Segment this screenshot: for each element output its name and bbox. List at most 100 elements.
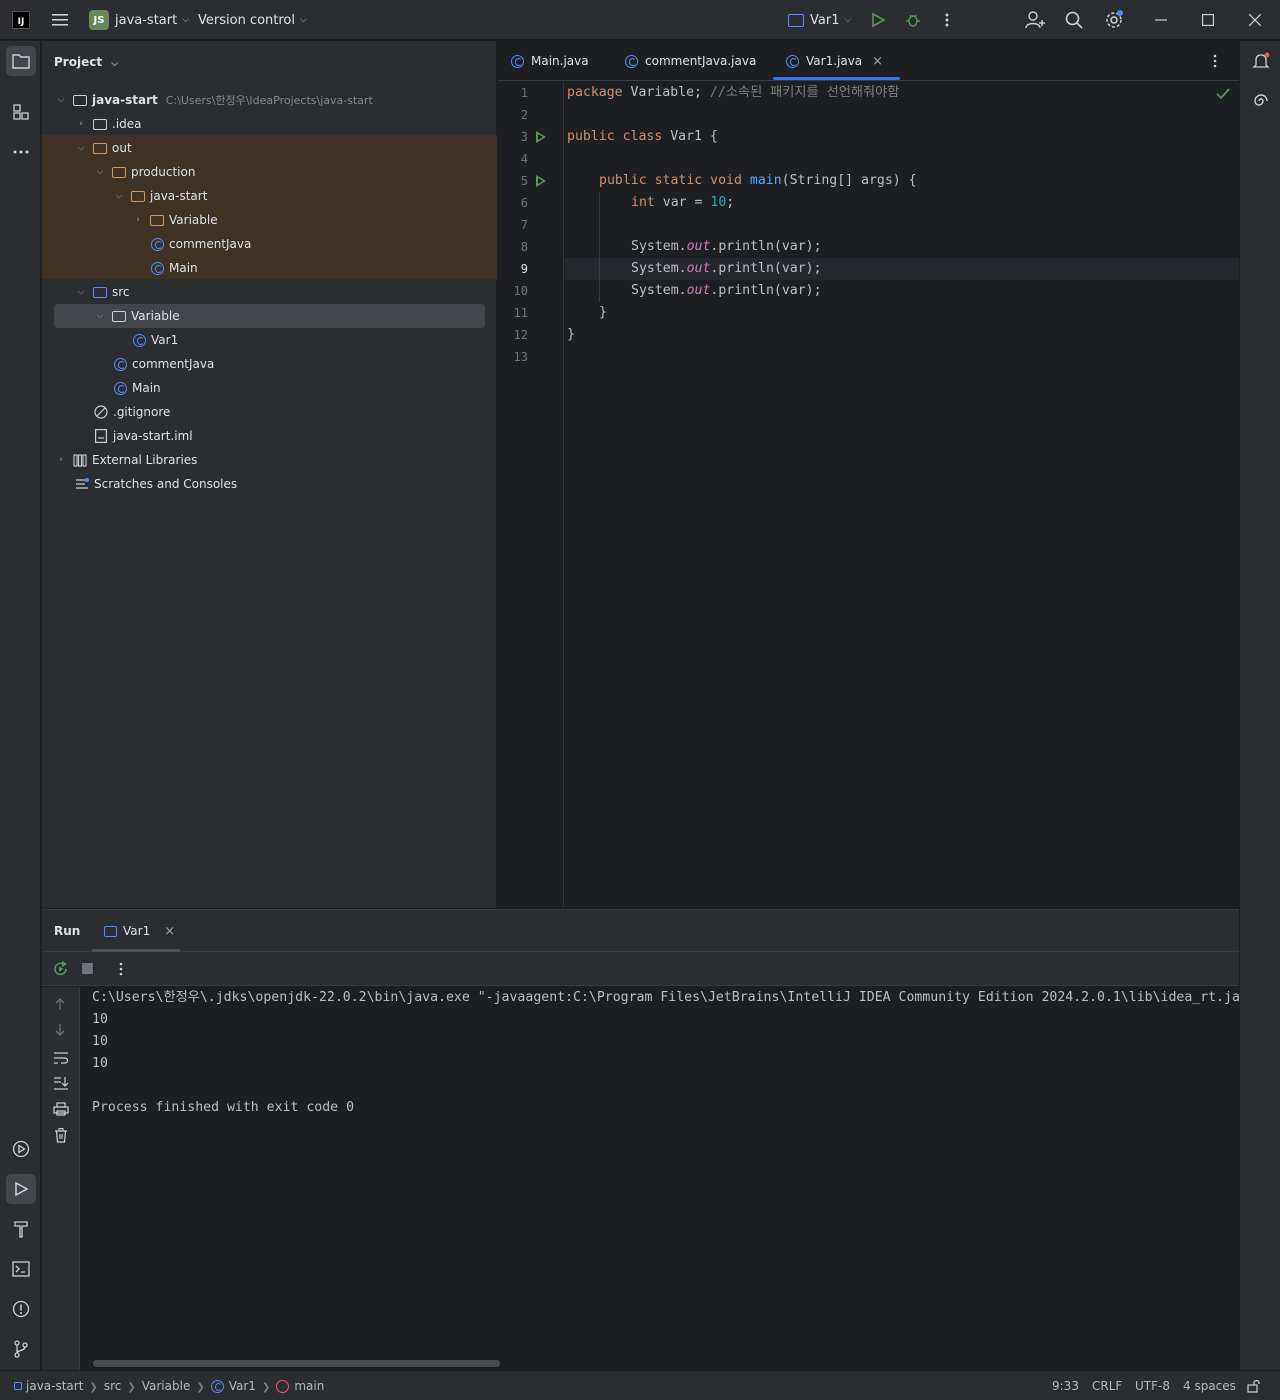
code-text: .println(var); — [710, 283, 822, 298]
minimize-icon — [1155, 19, 1167, 21]
chevron-down-icon[interactable]: ⌵ — [74, 287, 88, 297]
terminal-tool-button[interactable] — [6, 1254, 36, 1284]
spiral-icon — [1254, 94, 1268, 106]
tree-node-src-variable[interactable]: ⌵ Variable — [93, 304, 180, 328]
tabs-more-button[interactable] — [1212, 41, 1218, 81]
debug-button[interactable] — [905, 0, 921, 40]
keyword: public static void — [599, 173, 742, 188]
run-tab-var1[interactable]: Var1 × — [92, 910, 180, 952]
tree-node-src-main[interactable]: Main — [112, 376, 161, 400]
tab-var1-java[interactable]: Var1.java × — [772, 41, 901, 81]
minimize-button[interactable] — [1155, 0, 1167, 40]
file-encoding[interactable]: UTF-8 — [1135, 1371, 1170, 1400]
clear-all-button[interactable] — [54, 1128, 68, 1146]
breadcrumb-item[interactable]: Var1 — [229, 1379, 256, 1393]
tree-node-src-commentjava[interactable]: commentJava — [112, 352, 214, 376]
project-switcher[interactable]: JS java-start ⌵ — [89, 0, 189, 40]
more-actions-button[interactable] — [940, 0, 954, 40]
horizontal-scrollbar[interactable] — [93, 1360, 500, 1367]
tree-node-out[interactable]: ⌵ out — [74, 136, 132, 160]
console-line: Process finished with exit code 0 — [92, 1100, 355, 1115]
chevron-right-icon[interactable]: › — [54, 455, 68, 465]
run-gutter-icon[interactable] — [536, 175, 546, 187]
no-problems-check-icon[interactable] — [1216, 88, 1230, 103]
tree-node-idea[interactable]: › .idea — [74, 112, 141, 136]
tree-node-production[interactable]: ⌵ production — [93, 160, 196, 184]
tree-node-scratches[interactable]: Scratches and Consoles — [74, 472, 237, 496]
tab-label: Var1.java — [806, 54, 863, 68]
search-button[interactable] — [1065, 0, 1083, 40]
tree-node-out-java-start[interactable]: ⌵ java-start — [112, 184, 208, 208]
notifications-button[interactable] — [1246, 46, 1276, 76]
version-control-menu[interactable]: Version control ⌵ — [198, 0, 307, 40]
chevron-down-icon[interactable]: ⌵ — [93, 167, 107, 177]
chevron-down-icon[interactable]: ⌵ — [74, 143, 88, 153]
close-icon[interactable]: × — [164, 924, 175, 939]
scroll-down-button[interactable] — [54, 1023, 66, 1040]
close-window-button[interactable] — [1249, 0, 1261, 40]
more-tools-button[interactable] — [6, 137, 36, 167]
print-button[interactable] — [53, 1102, 69, 1119]
tree-node-iml[interactable]: java-start.iml — [93, 424, 193, 448]
tree-node-gitignore[interactable]: .gitignore — [93, 400, 170, 424]
chevron-right-icon[interactable]: › — [131, 215, 145, 225]
breadcrumb-item[interactable]: Variable — [142, 1379, 191, 1393]
run-config-selector[interactable]: Var1 ⌵ — [788, 0, 851, 40]
chevron-down-icon[interactable]: ⌵ — [112, 191, 126, 201]
tab-main-java[interactable]: Main.java — [511, 41, 589, 81]
git-tool-button[interactable] — [6, 1334, 36, 1364]
soft-wrap-button[interactable] — [53, 1051, 69, 1068]
run-button[interactable] — [870, 0, 886, 40]
maximize-button[interactable] — [1202, 0, 1214, 40]
structure-tool-button[interactable] — [6, 97, 36, 127]
tree-node-var1[interactable]: Var1 — [131, 328, 178, 352]
chevron-right-icon: ❯ — [127, 1382, 136, 1393]
tree-node-out-variable[interactable]: › Variable — [131, 208, 217, 232]
run-more-button[interactable] — [118, 962, 124, 979]
main-menu-button[interactable] — [50, 0, 70, 40]
breadcrumb-item[interactable]: src — [104, 1379, 122, 1393]
chevron-down-icon[interactable]: ⌵ — [54, 95, 68, 105]
tree-node-root[interactable]: ⌵ java-start C:\Users\한정우\IdeaProjects\j… — [54, 88, 373, 112]
chevron-down-icon: ⌵ — [182, 15, 190, 25]
stop-button[interactable] — [82, 963, 93, 974]
tree-node-label: production — [131, 165, 196, 179]
ai-assistant-button[interactable] — [1246, 86, 1276, 116]
tree-node-label: commentJava — [132, 357, 215, 371]
tree-node-src[interactable]: ⌵ src — [74, 280, 130, 304]
chevron-right-icon[interactable]: › — [74, 119, 88, 129]
code-text: Variable; — [622, 85, 710, 100]
soft-wrap-icon — [54, 1052, 69, 1064]
run-panel-title: Run — [54, 924, 81, 938]
tree-node-out-main[interactable]: Main — [149, 256, 198, 280]
breadcrumb-item[interactable]: java-start — [26, 1379, 83, 1393]
code-with-me-button[interactable] — [1025, 0, 1045, 40]
run-tool-button[interactable] — [6, 1174, 36, 1204]
breadcrumb-item[interactable]: main — [294, 1379, 324, 1393]
project-panel-title[interactable]: Project ⌵ — [54, 55, 118, 69]
settings-button[interactable] — [1104, 0, 1124, 40]
problems-tool-button[interactable] — [6, 1294, 36, 1324]
tree-node-out-commentjava[interactable]: commentJava — [149, 232, 251, 256]
build-tool-button[interactable] — [6, 1214, 36, 1244]
code-editor[interactable]: 1 2 3 4 5 6 7 8 9 10 11 12 13 package Va… — [498, 82, 1239, 908]
keyword: int — [631, 195, 655, 210]
indent-setting[interactable]: 4 spaces — [1183, 1371, 1236, 1400]
intellij-logo-icon[interactable]: IJ — [12, 11, 30, 29]
run-gutter-icon[interactable] — [536, 131, 546, 143]
scroll-to-end-button[interactable] — [53, 1076, 69, 1093]
project-tool-button[interactable] — [6, 46, 36, 76]
tab-commentjava-java[interactable]: commentJava.java — [625, 41, 756, 81]
tree-node-external-libraries[interactable]: › External Libraries — [54, 448, 197, 472]
chevron-down-icon[interactable]: ⌵ — [93, 311, 107, 321]
console-output[interactable]: C:\Users\한정우\.jdks\openjdk-22.0.2\bin\ja… — [92, 987, 1239, 1367]
scroll-up-button[interactable] — [54, 997, 66, 1014]
module-icon — [14, 1382, 22, 1390]
services-tool-button[interactable] — [6, 1134, 36, 1164]
rerun-button[interactable] — [53, 961, 69, 980]
caret-position[interactable]: 9:33 — [1052, 1371, 1079, 1400]
line-ending[interactable]: CRLF — [1092, 1371, 1122, 1400]
chevron-down-icon: ⌵ — [300, 15, 307, 25]
tab-close-icon[interactable]: × — [872, 54, 883, 69]
read-only-toggle[interactable] — [1247, 1379, 1261, 1393]
